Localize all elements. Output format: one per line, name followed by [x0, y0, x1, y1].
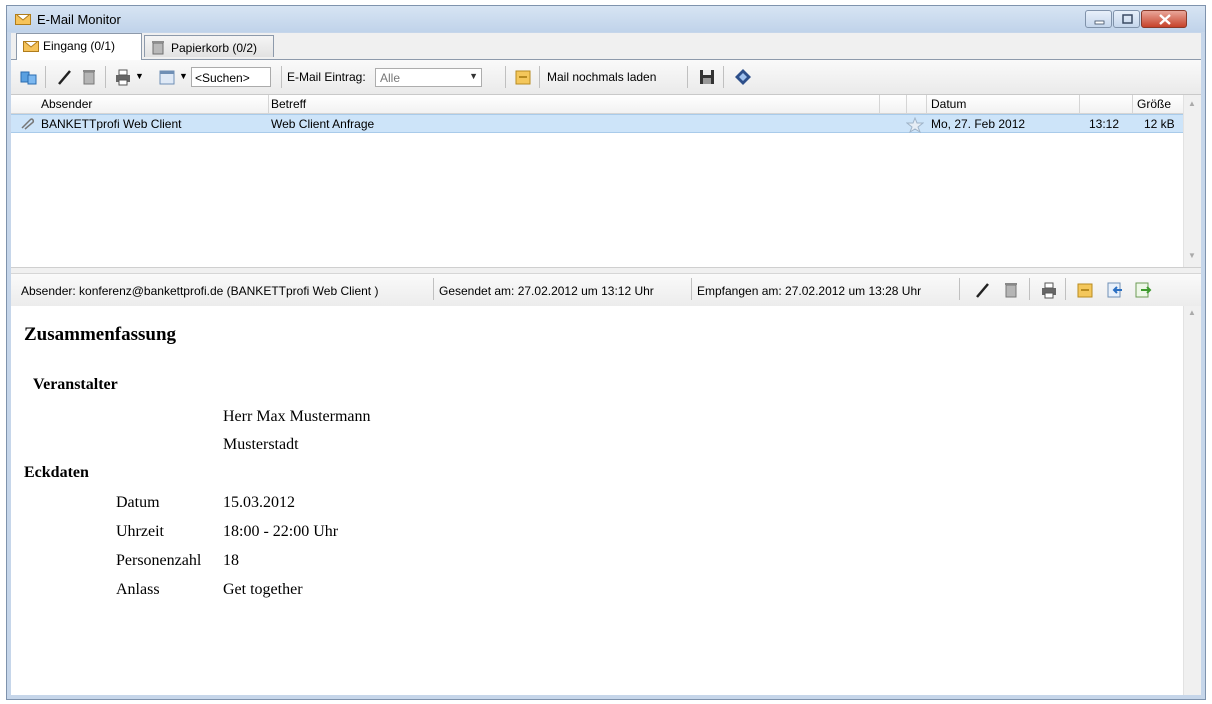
close-button[interactable]: [1141, 10, 1187, 28]
keydata-label: Anlass: [116, 581, 160, 598]
message-scrollbar[interactable]: ▲: [1183, 306, 1201, 695]
attachment-icon: [21, 118, 35, 130]
email-monitor-window: E-Mail Monitor Eingang (0/1) Papierkorb …: [6, 5, 1206, 700]
entry-label: E-Mail Eintrag:: [287, 70, 366, 84]
mail-list-header: Absender Betreff Datum Größe: [11, 95, 1183, 114]
table-row[interactable]: BANKETTprofi Web Client Web Client Anfra…: [11, 114, 1183, 133]
print-dropdown-arrow[interactable]: ▼: [135, 71, 144, 81]
tag-icon[interactable]: [733, 67, 753, 87]
refresh-icon[interactable]: [19, 67, 39, 87]
entry-select[interactable]: Alle ▼: [375, 68, 482, 87]
minimize-icon: [1094, 20, 1105, 25]
keydata-label: Personenzahl: [116, 552, 202, 569]
column-groesse[interactable]: Größe: [1137, 97, 1171, 111]
print-icon[interactable]: [113, 67, 133, 87]
summary-title: Zusammenfassung: [24, 324, 177, 345]
message-body: Zusammenfassung Veranstalter Herr Max Mu…: [11, 306, 1183, 695]
inbox-icon: [23, 41, 39, 52]
maximize-icon: [1122, 14, 1133, 24]
mail-folder-icon: [15, 14, 31, 25]
search-input[interactable]: <Suchen>: [191, 67, 271, 87]
sender-info: Absender: konferenz@bankettprofi.de (BAN…: [21, 284, 379, 298]
organizer-heading: Veranstalter: [33, 376, 118, 393]
export-icon[interactable]: [1133, 280, 1153, 300]
star-icon[interactable]: [906, 117, 924, 133]
chevron-down-icon: ▼: [469, 71, 478, 81]
edit-icon[interactable]: [973, 280, 993, 300]
cell-datum: Mo, 27. Feb 2012: [931, 117, 1026, 131]
sent-info: Gesendet am: 27.02.2012 um 13:12 Uhr: [439, 284, 654, 298]
window-title: E-Mail Monitor: [37, 12, 121, 27]
organizer-name: Herr Max Mustermann: [223, 408, 371, 425]
client-area: Eingang (0/1) Papierkorb (0/2) ▼ ▼ <Such…: [11, 33, 1201, 695]
scroll-down-arrow[interactable]: ▼: [1188, 251, 1196, 260]
column-betreff[interactable]: Betreff: [271, 97, 306, 111]
keydata-value: 15.03.2012: [223, 494, 295, 511]
tab-strip: Eingang (0/1) Papierkorb (0/2): [11, 33, 1201, 60]
cell-betreff: Web Client Anfrage: [271, 117, 375, 131]
message-info-bar: Absender: konferenz@bankettprofi.de (BAN…: [11, 273, 1201, 307]
print-icon[interactable]: [1039, 280, 1059, 300]
archive-icon[interactable]: [1075, 280, 1095, 300]
scroll-up-arrow[interactable]: ▲: [1188, 308, 1196, 317]
maximize-button[interactable]: [1113, 10, 1140, 28]
tab-eingang-label: Eingang (0/1): [43, 39, 116, 53]
tab-papierkorb[interactable]: Papierkorb (0/2): [144, 35, 274, 57]
cell-zeit: 13:12: [1089, 117, 1120, 131]
keydata-value: Get together: [223, 581, 303, 598]
archive-icon[interactable]: [513, 67, 533, 87]
delete-icon[interactable]: [79, 67, 99, 87]
received-info: Empfangen am: 27.02.2012 um 13:28 Uhr: [697, 284, 922, 298]
edit-icon[interactable]: [55, 67, 75, 87]
keydata-heading: Eckdaten: [24, 464, 89, 481]
calendar-icon[interactable]: [157, 67, 177, 87]
mail-list-scrollbar[interactable]: ▲ ▼: [1183, 95, 1201, 267]
save-icon[interactable]: [697, 67, 717, 87]
trash-icon: [152, 41, 164, 55]
main-toolbar: ▼ ▼ <Suchen> E-Mail Eintrag: Alle ▼ Mail…: [11, 60, 1201, 95]
calendar-dropdown-arrow[interactable]: ▼: [179, 71, 188, 81]
keydata-label: Datum: [116, 494, 160, 511]
keydata-label: Uhrzeit: [116, 523, 164, 540]
keydata-value: 18:00 - 22:00 Uhr: [223, 523, 339, 540]
title-bar[interactable]: E-Mail Monitor: [7, 6, 1205, 32]
organizer-city: Musterstadt: [223, 436, 299, 453]
mail-list: Absender Betreff Datum Größe BANKETTprof…: [11, 95, 1201, 267]
cell-groesse: 12 kB: [1144, 117, 1175, 131]
close-icon: [1159, 14, 1171, 25]
cell-absender: BANKETTprofi Web Client: [41, 117, 182, 131]
keydata-value: 18: [223, 552, 239, 569]
import-icon[interactable]: [1105, 280, 1125, 300]
delete-icon[interactable]: [1001, 280, 1021, 300]
scroll-up-arrow[interactable]: ▲: [1188, 99, 1196, 108]
minimize-button[interactable]: [1085, 10, 1112, 28]
column-absender[interactable]: Absender: [41, 97, 92, 111]
tab-eingang[interactable]: Eingang (0/1): [16, 33, 142, 60]
tab-papierkorb-label: Papierkorb (0/2): [171, 41, 258, 55]
column-datum[interactable]: Datum: [931, 97, 966, 111]
reload-mail-button[interactable]: Mail nochmals laden: [547, 70, 656, 84]
